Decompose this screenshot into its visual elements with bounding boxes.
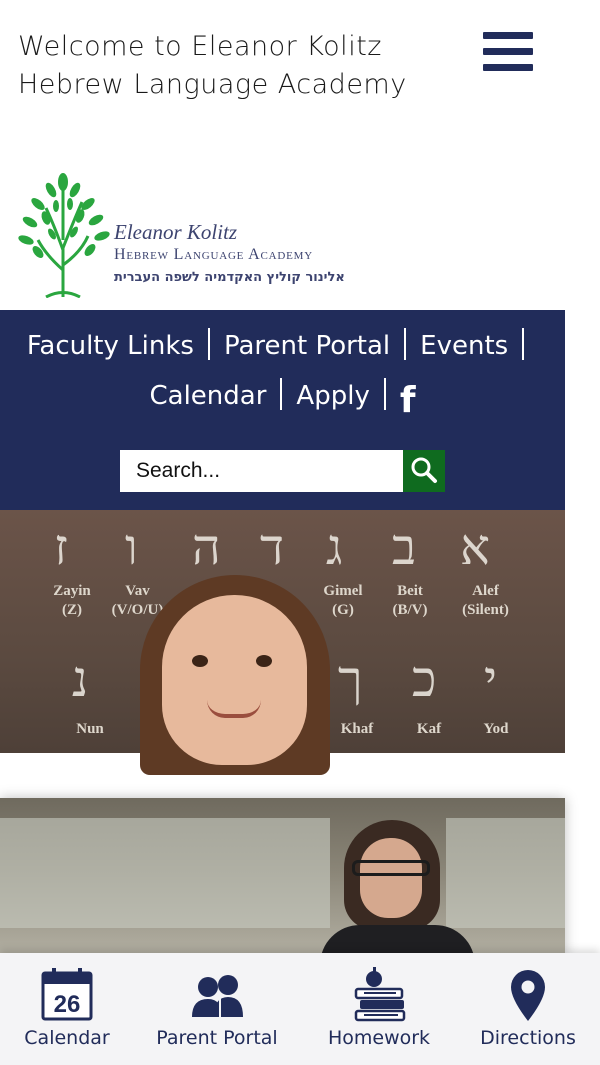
hero-letter: ו: [125, 518, 138, 576]
classroom-window: [0, 818, 330, 928]
tree-logo-icon: [18, 173, 110, 298]
nav-separator: [404, 328, 407, 360]
teacher-face: [360, 838, 422, 918]
hero-letter: ב: [392, 518, 417, 576]
hero-letter: א: [460, 518, 491, 576]
hero-letter: נ: [72, 650, 89, 708]
hero-letter: כ: [412, 650, 437, 708]
school-logo[interactable]: Eleanor Kolitz Hebrew Language Academy א…: [16, 170, 396, 300]
hero-letter: י: [484, 650, 498, 708]
search-bar: [120, 450, 445, 492]
facebook-icon[interactable]: f: [400, 380, 416, 421]
search-button[interactable]: [403, 450, 445, 492]
logo-hebrew: אלינור קוליץ האקדמיה לשפה העברית: [114, 270, 345, 285]
tab-homework-label: Homework: [327, 1027, 431, 1049]
nav-separator: [280, 378, 283, 410]
teacher-glasses: [352, 860, 430, 876]
title-line-1: Welcome to Eleanor Kolitz: [18, 31, 382, 62]
title-line-2: Hebrew Language Academy: [18, 69, 407, 100]
hero-caption: Nun: [76, 721, 104, 737]
logo-subtitle: Hebrew Language Academy: [114, 246, 313, 263]
hero-image-teacher: [0, 798, 565, 958]
nav-separator: [383, 378, 386, 410]
calendar-icon: 26: [0, 967, 142, 1023]
hero-letter: ד: [260, 518, 285, 576]
nav-events[interactable]: Events: [420, 331, 508, 361]
nav-separator: [207, 328, 210, 360]
hero-letter: ה: [192, 518, 221, 576]
hero-letter: ג: [326, 518, 343, 576]
site-header: Welcome to Eleanor Kolitz Hebrew Languag…: [0, 0, 600, 160]
hero-letter: ז: [54, 518, 68, 576]
girl-face: [162, 595, 307, 765]
hero-caption: Beit (B/V): [392, 583, 428, 618]
tab-parent-portal-label: Parent Portal: [156, 1027, 278, 1049]
menu-hamburger-icon[interactable]: [483, 32, 533, 82]
nav-row-2: Calendar Apply f: [0, 378, 565, 421]
nav-separator: [522, 328, 525, 360]
main-nav: Faculty Links Parent Portal Events Calenda…: [0, 310, 565, 510]
parents-icon: [142, 967, 292, 1023]
homework-books-icon: [304, 967, 454, 1023]
nav-apply[interactable]: Apply: [296, 381, 369, 411]
classroom-window: [446, 818, 565, 928]
search-icon: [411, 457, 437, 483]
hero-caption: Kaf: [416, 721, 442, 737]
girl-eye: [256, 655, 272, 667]
logo-name: Eleanor Kolitz: [114, 220, 238, 244]
tab-calendar-label: Calendar: [24, 1027, 110, 1049]
tab-homework[interactable]: Homework: [304, 953, 454, 1065]
tab-parent-portal[interactable]: Parent Portal: [142, 953, 292, 1065]
hero-caption: Zayin (Z): [53, 583, 91, 618]
nav-row-1: Faculty Links Parent Portal Events: [0, 328, 565, 361]
tab-directions-label: Directions: [480, 1027, 576, 1049]
nav-calendar[interactable]: Calendar: [150, 381, 267, 411]
calendar-day: 26: [54, 991, 81, 1018]
nav-faculty-links[interactable]: Faculty Links: [27, 331, 194, 361]
nav-parent-portal[interactable]: Parent Portal: [224, 331, 390, 361]
hero-caption: Yod: [483, 721, 509, 737]
search-input[interactable]: [120, 450, 403, 492]
hero-letter: ך: [338, 650, 363, 708]
hero-caption: Alef (Silent): [462, 583, 509, 618]
tab-calendar[interactable]: 26 Calendar: [0, 953, 142, 1065]
tab-directions[interactable]: Directions: [453, 953, 600, 1065]
hero-caption: Gimel (G): [323, 583, 363, 618]
map-pin-icon: [453, 967, 600, 1023]
hero-caption: Khaf: [340, 721, 374, 737]
page-title: Welcome to Eleanor Kolitz Hebrew Languag…: [18, 28, 468, 104]
bottom-tab-bar: 26 Calendar Parent Portal Homework Direc…: [0, 953, 600, 1065]
girl-eye: [192, 655, 208, 667]
